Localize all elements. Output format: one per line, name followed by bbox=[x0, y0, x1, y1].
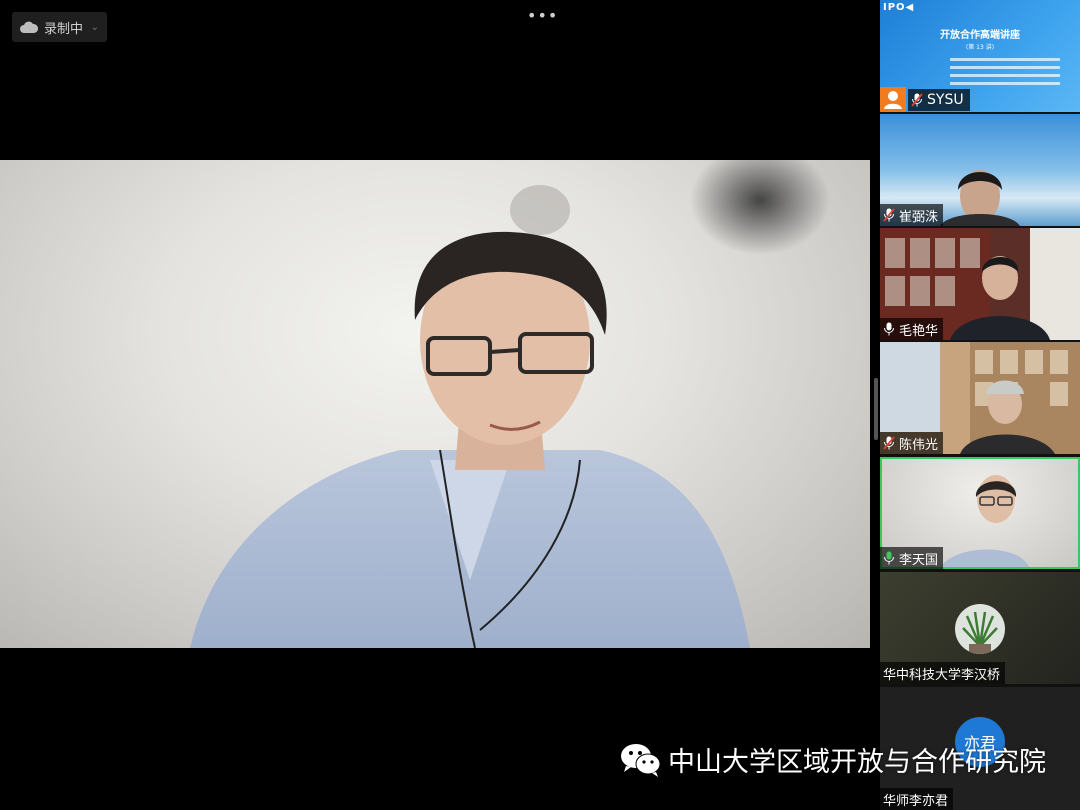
name-tag: 崔弼洙 bbox=[880, 204, 944, 226]
tile-participant[interactable]: 崔弼洙 bbox=[880, 114, 1080, 226]
participant-name: 崔弼洙 bbox=[899, 209, 939, 225]
tile-sysu[interactable]: IPO◀ 开放合作高端讲座 (第 13 讲) SYSU bbox=[880, 0, 1080, 112]
slide-text-lines bbox=[950, 58, 1060, 90]
participant-name: 毛艳华 bbox=[899, 323, 939, 339]
name-tag: 华师李亦君 bbox=[880, 788, 954, 810]
speaker-image bbox=[190, 160, 830, 648]
name-tag: 毛艳华 bbox=[880, 318, 944, 340]
main-speaker-video bbox=[0, 160, 870, 648]
tile-participant[interactable]: 毛艳华 bbox=[880, 228, 1080, 340]
name-tag: SYSU bbox=[908, 89, 970, 111]
slide-title: 开放合作高端讲座 bbox=[940, 30, 1020, 41]
recording-label: 录制中 bbox=[44, 21, 84, 37]
participant-name: 陈伟光 bbox=[899, 437, 939, 453]
mic-muted-icon bbox=[911, 93, 923, 107]
slide-subtitle: (第 13 讲) bbox=[965, 44, 995, 51]
name-tag: 李天国 bbox=[880, 547, 944, 569]
participant-name: 李天国 bbox=[899, 552, 939, 568]
tile-participant-active[interactable]: 李天国 bbox=[880, 457, 1080, 569]
watermark-text: 中山大学区域开放与合作研究院 bbox=[668, 747, 1046, 778]
avatar bbox=[955, 604, 1005, 654]
chevron-down-icon[interactable]: ⌄ bbox=[91, 22, 99, 33]
name-tag: 华中科技大学李汉桥 bbox=[880, 662, 1006, 684]
participant-gallery: IPO◀ 开放合作高端讲座 (第 13 讲) SYSU 崔弼洙 毛艳华 陈伟光 … bbox=[880, 0, 1080, 810]
person-icon bbox=[880, 87, 906, 112]
wechat-watermark: 中山大学区域开放与合作研究院 bbox=[620, 740, 1046, 779]
tile-participant[interactable]: 华中科技大学李汉桥 bbox=[880, 572, 1080, 684]
slide-logo: IPO◀ bbox=[883, 2, 915, 13]
mic-active-icon bbox=[884, 551, 894, 565]
participant-name: SYSU bbox=[927, 92, 964, 108]
mic-icon bbox=[884, 322, 894, 336]
wechat-icon bbox=[621, 743, 661, 777]
participant-name: 华师李亦君 bbox=[883, 793, 949, 809]
name-tag: 陈伟光 bbox=[880, 432, 944, 454]
more-options-button[interactable]: ••• bbox=[527, 6, 558, 25]
recording-indicator[interactable]: 录制中 ⌄ bbox=[12, 12, 107, 42]
tile-participant[interactable]: 陈伟光 bbox=[880, 342, 1080, 454]
mic-muted-icon bbox=[883, 208, 895, 222]
participant-name: 华中科技大学李汉桥 bbox=[883, 667, 1001, 683]
mic-muted-icon bbox=[883, 436, 895, 450]
cloud-icon bbox=[20, 21, 38, 33]
gallery-scrollbar[interactable] bbox=[874, 378, 878, 440]
